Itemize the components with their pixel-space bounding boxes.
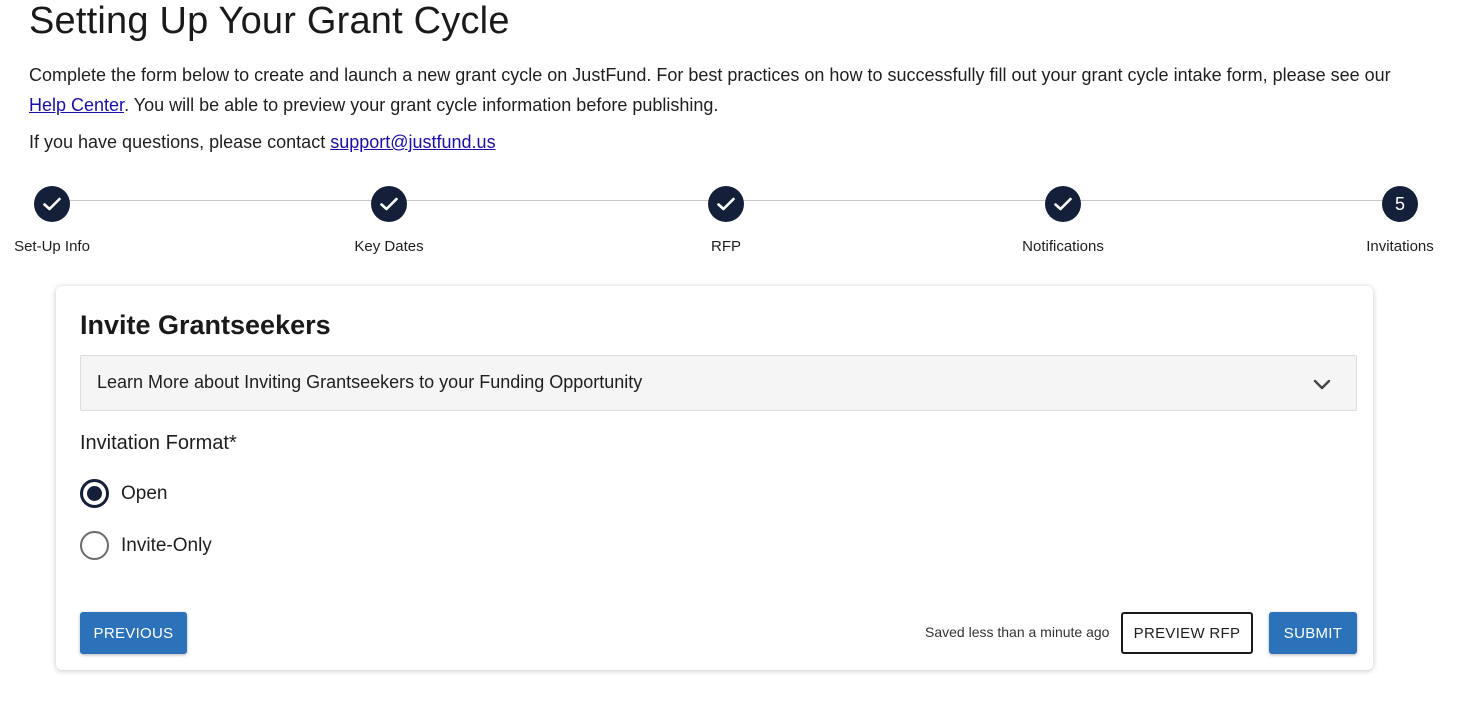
progress-stepper: Set-Up Info Key Dates RFP Notifications … xyxy=(0,186,1466,266)
radio-button-checked[interactable] xyxy=(80,479,109,508)
accordion-label: Learn More about Inviting Grantseekers t… xyxy=(97,372,643,392)
step-label: Invitations xyxy=(1366,238,1434,255)
contact-prefix: If you have questions, please contact xyxy=(29,132,331,152)
step-invitations[interactable]: 5 Invitations xyxy=(1340,186,1460,255)
radio-option-invite-only[interactable]: Invite-Only xyxy=(80,531,212,560)
radio-option-open[interactable]: Open xyxy=(80,479,167,508)
intro-text-end: . You will be able to preview your grant… xyxy=(124,95,719,115)
contact-text: If you have questions, please contact su… xyxy=(29,127,496,157)
save-status: Saved less than a minute ago xyxy=(925,624,1110,640)
previous-button[interactable]: PREVIOUS xyxy=(80,612,187,654)
step-number: 5 xyxy=(1382,186,1418,222)
step-label: RFP xyxy=(711,238,741,255)
step-notifications[interactable]: Notifications xyxy=(1003,186,1123,255)
submit-button[interactable]: SUBMIT xyxy=(1269,612,1357,654)
card-title: Invite Grantseekers xyxy=(80,310,331,340)
radio-dot xyxy=(87,486,102,501)
step-rfp[interactable]: RFP xyxy=(666,186,786,255)
chevron-down-icon xyxy=(1313,379,1331,390)
intro-text: Complete the form below to create and la… xyxy=(29,60,1429,120)
radio-button-unchecked[interactable] xyxy=(80,531,109,560)
step-label: Key Dates xyxy=(354,238,424,255)
step-key-dates[interactable]: Key Dates xyxy=(329,186,449,255)
step-label: Set-Up Info xyxy=(14,238,90,255)
check-icon xyxy=(1045,186,1081,222)
radio-label: Invite-Only xyxy=(121,534,212,556)
invitation-format-label: Invitation Format* xyxy=(80,432,237,454)
check-icon xyxy=(708,186,744,222)
invite-grantseekers-card: Invite Grantseekers Learn More about Inv… xyxy=(56,286,1373,670)
grant-cycle-setup-page: Setting Up Your Grant Cycle Complete the… xyxy=(0,0,1466,708)
radio-label: Open xyxy=(121,482,168,504)
step-label: Notifications xyxy=(1022,238,1104,255)
check-icon xyxy=(34,186,70,222)
preview-rfp-button[interactable]: PREVIEW RFP xyxy=(1121,612,1253,654)
page-title: Setting Up Your Grant Cycle xyxy=(29,0,510,42)
intro-text-start: Complete the form below to create and la… xyxy=(29,65,1391,85)
check-icon xyxy=(371,186,407,222)
help-center-link[interactable]: Help Center xyxy=(29,95,124,115)
support-email-link[interactable]: support@justfund.us xyxy=(330,132,495,152)
learn-more-accordion[interactable]: Learn More about Inviting Grantseekers t… xyxy=(80,355,1357,411)
step-setup-info[interactable]: Set-Up Info xyxy=(0,186,112,255)
